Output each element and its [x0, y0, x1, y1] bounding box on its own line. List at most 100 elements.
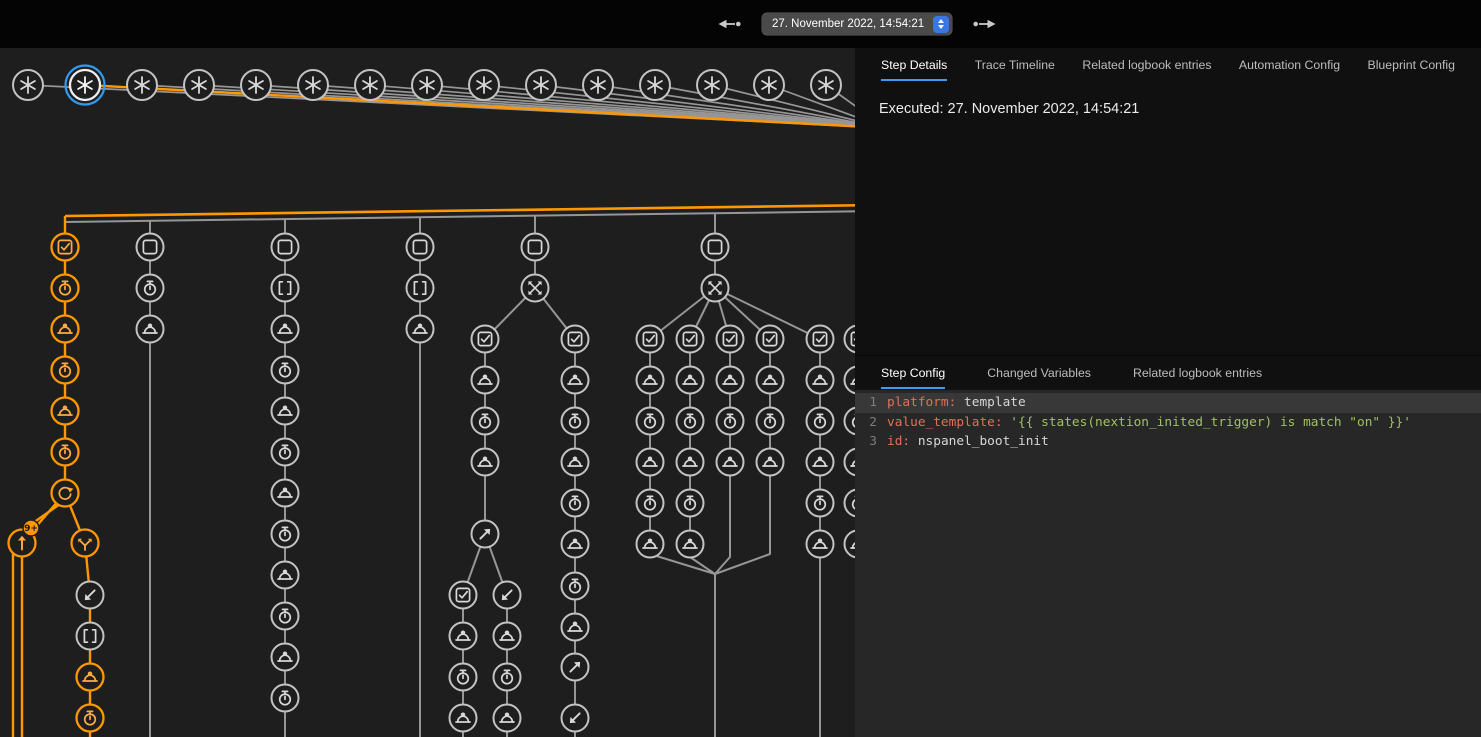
graph-node-condition-empty[interactable] [522, 234, 549, 261]
graph-node-delay[interactable] [272, 357, 299, 384]
graph-node-asterisk[interactable] [640, 70, 670, 100]
graph-node-asterisk[interactable] [412, 70, 442, 100]
graph-node-delay[interactable] [450, 664, 477, 691]
graph-node-delay[interactable] [757, 408, 784, 435]
graph-node-service[interactable] [562, 531, 589, 558]
graph-node-arrow-down-left[interactable] [494, 582, 521, 609]
graph-node-arrow-up-right[interactable] [472, 521, 499, 548]
graph-node-service[interactable] [717, 449, 744, 476]
graph-node-delay[interactable] [52, 439, 79, 466]
graph-node-service[interactable] [52, 316, 79, 343]
graph-node-delay[interactable] [272, 603, 299, 630]
graph-node-delay[interactable] [717, 408, 744, 435]
graph-node-service[interactable] [52, 398, 79, 425]
graph-node-condition-checked[interactable] [52, 234, 79, 261]
graph-node-condition-empty[interactable] [137, 234, 164, 261]
tab-step-config[interactable]: Step Config [881, 356, 945, 389]
graph-node-service[interactable] [562, 449, 589, 476]
graph-node-asterisk[interactable] [298, 70, 328, 100]
run-select[interactable]: 27. November 2022, 14:54:21 [762, 13, 952, 35]
graph-node-service[interactable] [757, 367, 784, 394]
graph-node-service[interactable] [562, 367, 589, 394]
graph-node-delay[interactable] [677, 408, 704, 435]
graph-node-arrow-down-left[interactable] [562, 705, 589, 732]
graph-node-asterisk[interactable] [127, 70, 157, 100]
graph-node-choose[interactable] [702, 275, 729, 302]
graph-node-brackets[interactable] [77, 623, 104, 650]
code-editor[interactable]: 1platform: template2value_template: '{{ … [855, 390, 1481, 737]
graph-node-service[interactable] [472, 449, 499, 476]
graph-node-asterisk[interactable] [526, 70, 556, 100]
graph-node-delay[interactable] [272, 521, 299, 548]
graph-node-asterisk[interactable] [66, 66, 105, 105]
graph-node-arrow-up-right[interactable] [562, 654, 589, 681]
graph-node-service[interactable] [717, 367, 744, 394]
graph-node-service[interactable] [272, 398, 299, 425]
graph-node-condition-empty[interactable] [407, 234, 434, 261]
graph-node-brackets[interactable] [407, 275, 434, 302]
graph-node-delay[interactable] [637, 490, 664, 517]
trace-graph[interactable]: 9+ [0, 0, 880, 737]
graph-node-service[interactable] [272, 644, 299, 671]
previous-run-button[interactable] [712, 14, 746, 34]
tab-blueprint-config[interactable]: Blueprint Config [1368, 48, 1456, 81]
graph-node-condition-checked[interactable] [677, 326, 704, 353]
graph-node-delay[interactable] [637, 408, 664, 435]
graph-node-condition-empty[interactable] [272, 234, 299, 261]
graph-node-condition-checked[interactable] [757, 326, 784, 353]
graph-node-delay[interactable] [272, 439, 299, 466]
graph-node-asterisk[interactable] [184, 70, 214, 100]
graph-node-arrow-down-left[interactable] [77, 582, 104, 609]
tab-step-details[interactable]: Step Details [881, 48, 947, 81]
graph-node-service[interactable] [407, 316, 434, 343]
graph-node-asterisk[interactable] [754, 70, 784, 100]
graph-node-service[interactable] [637, 449, 664, 476]
graph-node-delay[interactable] [807, 408, 834, 435]
graph-node-service[interactable] [677, 367, 704, 394]
graph-node-delay[interactable] [272, 685, 299, 712]
graph-node-asterisk[interactable] [355, 70, 385, 100]
graph-node-service[interactable] [757, 449, 784, 476]
graph-node-service[interactable] [807, 367, 834, 394]
graph-node-condition-checked[interactable] [807, 326, 834, 353]
graph-node-service[interactable] [637, 367, 664, 394]
graph-node-service[interactable] [272, 562, 299, 589]
tab-trace-timeline[interactable]: Trace Timeline [975, 48, 1055, 81]
graph-node-service[interactable] [450, 705, 477, 732]
graph-node-service[interactable] [494, 623, 521, 650]
graph-node-delay[interactable] [494, 664, 521, 691]
next-run-button[interactable] [968, 14, 1002, 34]
graph-node-service[interactable] [77, 664, 104, 691]
graph-node-repeat[interactable] [52, 480, 79, 507]
graph-node-service[interactable] [472, 367, 499, 394]
tab-related-logbook-entries[interactable]: Related logbook entries [1133, 356, 1262, 389]
graph-node-service[interactable] [807, 449, 834, 476]
graph-node-asterisk[interactable] [469, 70, 499, 100]
graph-node-delay[interactable] [677, 490, 704, 517]
graph-node-service[interactable] [807, 531, 834, 558]
graph-node-service[interactable] [494, 705, 521, 732]
graph-node-service[interactable] [562, 614, 589, 641]
graph-node-delay[interactable] [562, 490, 589, 517]
graph-node-delay[interactable] [807, 490, 834, 517]
graph-node-service[interactable] [272, 480, 299, 507]
graph-node-delay[interactable] [77, 705, 104, 732]
graph-node-brackets[interactable] [272, 275, 299, 302]
graph-node-condition-checked[interactable] [450, 582, 477, 609]
graph-node-condition-empty[interactable] [702, 234, 729, 261]
graph-node-condition-checked[interactable] [637, 326, 664, 353]
graph-node-asterisk[interactable] [13, 70, 43, 100]
graph-node-choose[interactable] [522, 275, 549, 302]
graph-node-delay[interactable] [472, 408, 499, 435]
graph-node-delay[interactable] [562, 408, 589, 435]
graph-node-call-split[interactable] [72, 530, 99, 557]
graph-node-delay[interactable] [52, 357, 79, 384]
graph-node-condition-checked[interactable] [472, 326, 499, 353]
graph-node-service[interactable] [677, 531, 704, 558]
graph-node-condition-checked[interactable] [562, 326, 589, 353]
graph-node-asterisk[interactable] [583, 70, 613, 100]
graph-node-service[interactable] [637, 531, 664, 558]
graph-node-condition-checked[interactable] [717, 326, 744, 353]
graph-node-service[interactable] [450, 623, 477, 650]
graph-node-service[interactable] [137, 316, 164, 343]
